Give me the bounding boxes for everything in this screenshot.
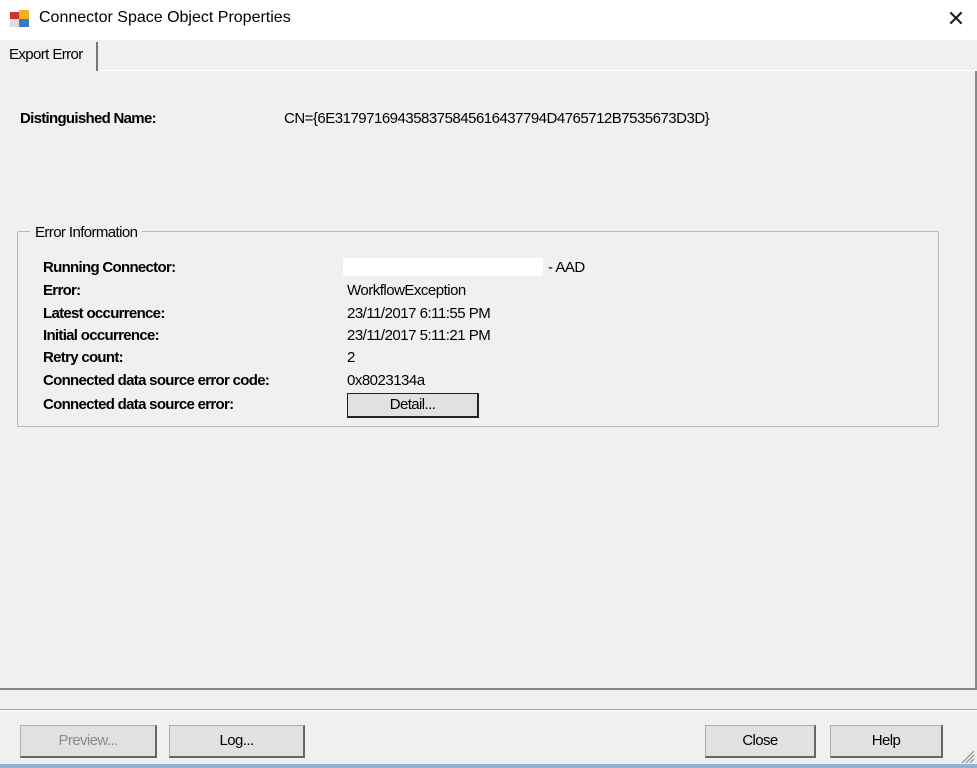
retry-count-value: 2	[347, 349, 355, 366]
data-source-error-label: Connected data source error:	[43, 396, 234, 413]
running-connector-label: Running Connector:	[43, 259, 176, 276]
preview-button[interactable]: Preview...	[20, 725, 157, 758]
title-bar: Connector Space Object Properties ✕	[0, 0, 977, 40]
detail-button[interactable]: Detail...	[347, 393, 479, 418]
window-bottom-edge	[0, 764, 977, 768]
footer-separator	[0, 709, 977, 711]
window-title: Connector Space Object Properties	[39, 9, 291, 26]
error-value: WorkflowException	[347, 282, 466, 299]
resize-grip-icon[interactable]	[957, 746, 975, 764]
help-button[interactable]: Help	[830, 725, 943, 758]
error-code-value: 0x8023134a	[347, 372, 425, 389]
log-button[interactable]: Log...	[169, 725, 305, 758]
distinguished-name-label: Distinguished Name:	[20, 110, 157, 127]
retry-count-label: Retry count:	[43, 349, 124, 366]
distinguished-name-value: CN={6E317971694358375845616437794D476571…	[284, 110, 710, 127]
redacted-connector-name	[343, 258, 543, 276]
close-button[interactable]: Close	[705, 725, 816, 758]
error-code-label: Connected data source error code:	[43, 372, 270, 389]
latest-occurrence-value: 23/11/2017 6:11:55 PM	[347, 305, 491, 322]
app-icon	[10, 10, 29, 27]
error-label: Error:	[43, 282, 81, 299]
initial-occurrence-value: 23/11/2017 5:11:21 PM	[347, 327, 491, 344]
tab-export-error[interactable]: Export Error	[2, 42, 98, 71]
initial-occurrence-label: Initial occurrence:	[43, 327, 160, 344]
error-information-title: Error Information	[30, 224, 143, 241]
running-connector-value: - AAD	[548, 259, 585, 276]
close-window-icon[interactable]: ✕	[940, 4, 972, 34]
latest-occurrence-label: Latest occurrence:	[43, 305, 165, 322]
